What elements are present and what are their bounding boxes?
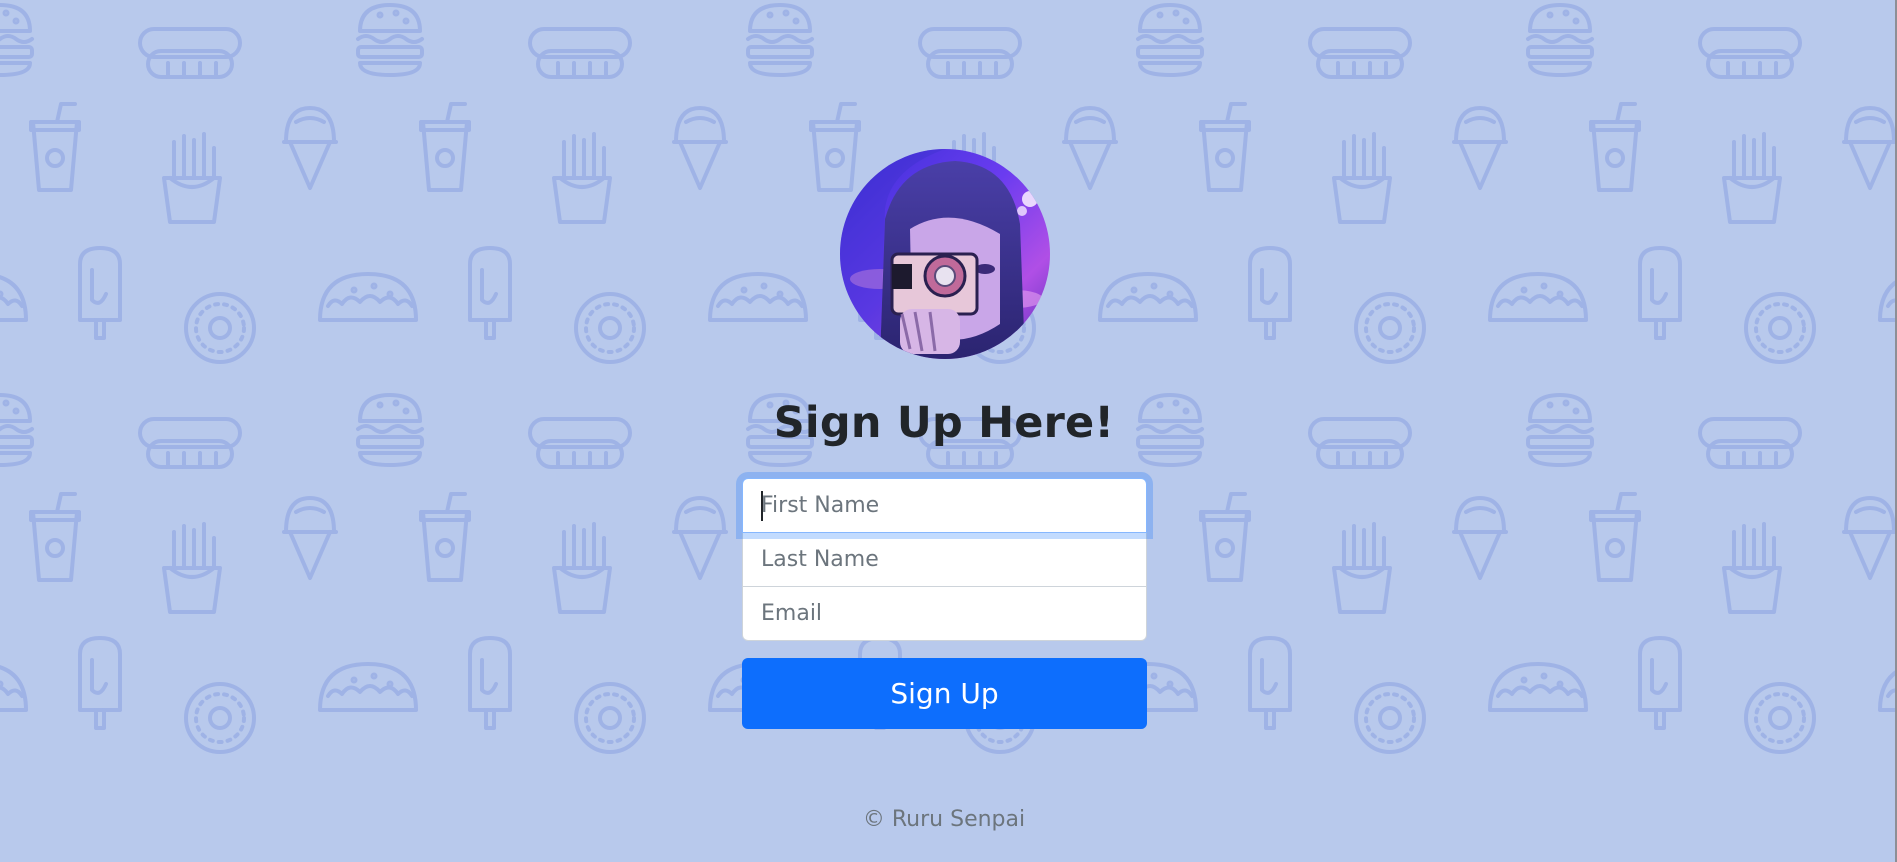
- signup-form-container: Sign Up Here! Sign Up © Ruru Senpai: [0, 0, 1897, 862]
- email-input[interactable]: [742, 586, 1147, 641]
- last-name-input[interactable]: [742, 532, 1147, 587]
- signup-fields: [742, 478, 1147, 641]
- footer-copyright: © Ruru Senpai: [862, 807, 1026, 832]
- first-name-input[interactable]: [742, 478, 1147, 533]
- avatar: [840, 149, 1050, 359]
- anime-avatar-image: [840, 149, 1050, 359]
- page-title: Sign Up Here!: [773, 398, 1115, 448]
- text-cursor: [761, 491, 763, 521]
- sign-up-button[interactable]: Sign Up: [742, 658, 1147, 729]
